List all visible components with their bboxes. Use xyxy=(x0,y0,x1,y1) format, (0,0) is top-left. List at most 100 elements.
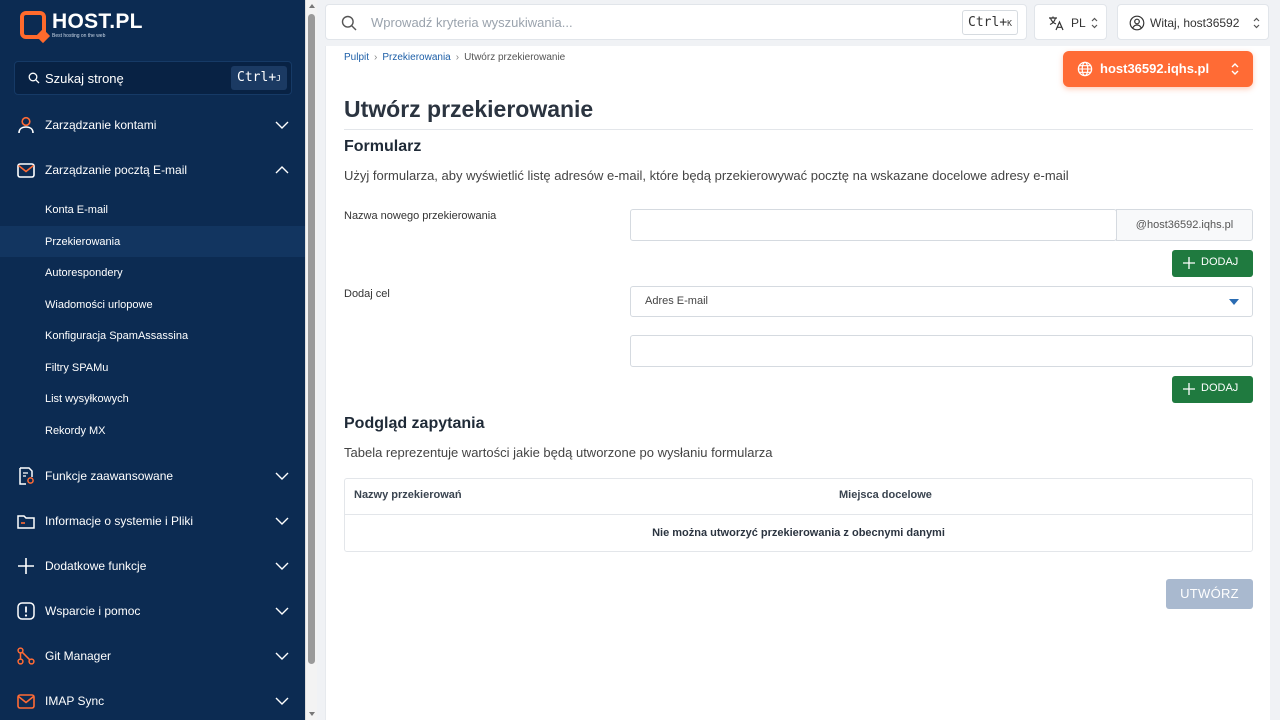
sidebar-scrollbar[interactable] xyxy=(305,0,317,720)
globe-icon xyxy=(1077,61,1093,77)
subnav-mx-records[interactable]: Rekordy MX xyxy=(0,415,305,446)
page-search-label: Szukaj stronę xyxy=(45,70,124,86)
breadcrumb: Pulpit › Przekierowania › Utwórz przekie… xyxy=(344,52,565,63)
logo-icon xyxy=(20,11,46,39)
plus-icon xyxy=(1183,383,1195,395)
preview-table: Nazwy przekierowań Miejsca docelowe Nie … xyxy=(344,478,1253,552)
logo[interactable]: HOST.PL Best hosting on the web xyxy=(20,11,143,39)
scroll-up-arrow-icon[interactable] xyxy=(309,4,315,8)
breadcrumb-separator-icon: › xyxy=(455,52,460,63)
search-icon xyxy=(28,72,40,84)
chevron-down-icon xyxy=(275,697,289,705)
select-value: Adres E-mail xyxy=(645,295,708,307)
nav-email-management[interactable]: Zarządzanie pocztą E-mail xyxy=(0,149,305,191)
nav-advanced-features[interactable]: Funkcje zaawansowane xyxy=(0,455,305,497)
user-circle-icon xyxy=(1129,15,1145,31)
user-greeting: Witaj, host36592 xyxy=(1150,16,1240,30)
subnav-label: Przekierowania xyxy=(45,235,121,248)
language-code: PL xyxy=(1071,16,1086,30)
subnav-spamassassin[interactable]: Konfiguracja SpamAssassina xyxy=(0,320,305,351)
target-email-input[interactable] xyxy=(630,335,1253,367)
nav-additional-features[interactable]: Dodatkowe funkcje xyxy=(0,545,305,587)
subnav-mailing-lists[interactable]: List wysyłkowych xyxy=(0,383,305,414)
plus-icon xyxy=(18,558,34,574)
nav-system-info-files[interactable]: Informacje o systemie i Pliki xyxy=(0,500,305,542)
breadcrumb-link[interactable]: Przekierowania xyxy=(382,52,450,63)
nav-label: Zarządzanie pocztą E-mail xyxy=(45,163,188,177)
nav-label: Git Manager xyxy=(45,649,112,663)
button-label: DODAJ xyxy=(1201,382,1239,394)
user-menu[interactable]: Witaj, host36592 xyxy=(1117,4,1269,40)
nav-label: Funkcje zaawansowane xyxy=(45,469,174,483)
domain-selector-button[interactable]: host36592.iqhs.pl xyxy=(1063,51,1253,87)
domain-suffix: @host36592.iqhs.pl xyxy=(1116,209,1253,241)
nav-label: Dodatkowe funkcje xyxy=(45,559,147,573)
subnav-label: Filtry SPAMu xyxy=(45,361,109,374)
breadcrumb-link[interactable]: Pulpit xyxy=(344,52,369,63)
breadcrumb-separator-icon: › xyxy=(374,52,378,63)
forwarder-name-input[interactable] xyxy=(630,209,1117,241)
nav-label: Informacje o systemie i Pliki xyxy=(45,514,194,528)
chevron-down-icon xyxy=(275,517,289,525)
chevron-down-icon xyxy=(275,562,289,570)
divider xyxy=(344,129,1253,130)
form-heading: Formularz xyxy=(344,138,422,155)
nav-account-management[interactable]: Zarządzanie kontami xyxy=(0,104,305,146)
create-button[interactable]: UTWÓRZ xyxy=(1166,579,1253,609)
sidebar: HOST.PL Best hosting on the web Szukaj s… xyxy=(0,0,305,720)
add-target-label: Dodaj cel xyxy=(344,288,390,300)
updown-icon xyxy=(1231,63,1239,75)
subnav-forwarders[interactable]: Przekierowania xyxy=(0,226,305,257)
subnav-email-accounts[interactable]: Konta E-mail xyxy=(0,194,305,225)
form-description: Użyj formularza, aby wyświetlić listę ad… xyxy=(344,168,1069,183)
brand-name: HOST.PL xyxy=(52,10,143,33)
subnav-spam-filters[interactable]: Filtry SPAMu xyxy=(0,352,305,383)
scroll-down-arrow-icon[interactable] xyxy=(309,712,315,716)
add-target-button[interactable]: DODAJ xyxy=(1172,376,1253,403)
preview-heading: Podgląd zapytania xyxy=(344,415,485,432)
git-icon xyxy=(17,647,35,665)
updown-icon xyxy=(1253,17,1260,29)
chevron-down-icon xyxy=(275,472,289,480)
plus-icon xyxy=(1183,257,1195,269)
preview-description: Tabela reprezentuje wartości jakie będą … xyxy=(344,445,773,460)
domain-name: host36592.iqhs.pl xyxy=(1100,61,1210,76)
chevron-down-icon xyxy=(275,121,289,129)
advanced-settings-icon xyxy=(19,467,34,485)
subnav-label: List wysyłkowych xyxy=(45,392,129,405)
page-title: Utwórz przekierowanie xyxy=(344,96,594,122)
add-forwarder-name-button[interactable]: DODAJ xyxy=(1172,250,1253,277)
breadcrumb-current: Utwórz przekierowanie xyxy=(464,52,566,63)
updown-icon xyxy=(1091,17,1098,29)
subnav-label: Rekordy MX xyxy=(45,424,106,437)
shortcut-hint: Ctrl+J xyxy=(231,66,287,90)
shortcut-hint: Ctrl+K xyxy=(962,10,1018,35)
user-icon xyxy=(18,116,34,134)
subnav-label: Autorespondery xyxy=(45,266,123,279)
subnav-autoresponders[interactable]: Autorespondery xyxy=(0,257,305,288)
nav-git-manager[interactable]: Git Manager xyxy=(0,635,305,677)
column-header-targets: Miejsca docelowe xyxy=(839,489,932,501)
nav-support-help[interactable]: Wsparcie i pomoc xyxy=(0,590,305,632)
mail-icon xyxy=(17,163,35,178)
subnav-label: Konfiguracja SpamAssassina xyxy=(45,329,189,342)
search-placeholder: Wprowadź kryteria wyszukiwania... xyxy=(371,15,573,30)
page-search-button[interactable]: Szukaj stronę Ctrl+J xyxy=(14,61,292,95)
target-type-select[interactable]: Adres E-mail xyxy=(630,286,1253,317)
global-search-input[interactable]: Wprowadź kryteria wyszukiwania... Ctrl+K xyxy=(325,4,1027,40)
nav-imap-sync[interactable]: IMAP Sync xyxy=(0,680,305,720)
nav-label: IMAP Sync xyxy=(45,694,105,708)
column-header-names: Nazwy przekierowań xyxy=(354,489,462,501)
mail-sync-icon xyxy=(17,694,35,709)
translate-icon xyxy=(1049,16,1064,31)
folder-icon xyxy=(17,515,35,529)
scrollbar-thumb[interactable] xyxy=(308,14,315,664)
brand-tagline: Best hosting on the web xyxy=(52,33,106,39)
nav-label: Zarządzanie kontami xyxy=(45,118,157,132)
button-label: DODAJ xyxy=(1201,256,1239,268)
forwarder-name-label: Nazwa nowego przekierowania xyxy=(344,210,497,222)
subnav-vacation-messages[interactable]: Wiadomości urlopowe xyxy=(0,289,305,320)
subnav-label: Konta E-mail xyxy=(45,203,108,216)
nav-label: Wsparcie i pomoc xyxy=(45,604,141,618)
language-selector[interactable]: PL xyxy=(1034,4,1107,40)
